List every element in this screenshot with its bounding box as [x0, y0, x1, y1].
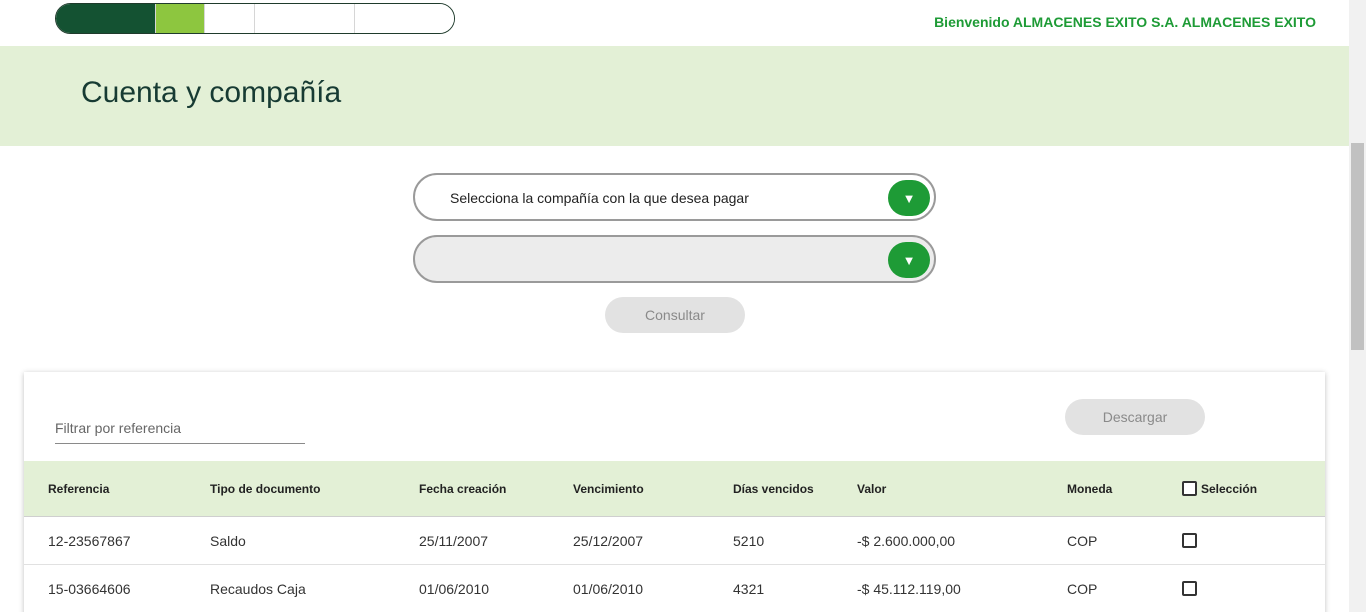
column-header-referencia: Referencia: [48, 482, 110, 496]
cell-vencimiento: 01/06/2010: [573, 581, 644, 597]
cell-valor: -$ 45.112.119,00: [857, 581, 961, 597]
table-row: 12-23567867 Saldo 25/11/2007 25/12/2007 …: [24, 517, 1325, 565]
column-header-vencimiento: Vencimiento: [573, 482, 644, 496]
progress-step-2: [155, 4, 206, 33]
cell-moneda: COP: [1067, 581, 1098, 597]
column-header-valor: Valor: [857, 482, 887, 496]
table-row: 15-03664606 Recaudos Caja 01/06/2010 01/…: [24, 565, 1325, 612]
column-header-tipo: Tipo de documento: [210, 482, 321, 496]
progress-step-1: [56, 4, 156, 33]
page: Bienvenido ALMACENES EXITO S.A. ALMACENE…: [0, 0, 1366, 612]
top-bar: Bienvenido ALMACENES EXITO S.A. ALMACENE…: [0, 0, 1349, 46]
download-button[interactable]: Descargar: [1065, 399, 1205, 435]
row-select-checkbox[interactable]: [1182, 581, 1197, 596]
cell-dias: 4321: [733, 581, 765, 597]
company-select[interactable]: Selecciona la compañía con la que desea …: [413, 173, 936, 221]
cell-moneda: COP: [1067, 533, 1098, 549]
cell-dias: 5210: [733, 533, 765, 549]
row-select-checkbox[interactable]: [1182, 533, 1197, 548]
cell-fecha: 01/06/2010: [419, 581, 490, 597]
column-header-fecha: Fecha creación: [419, 482, 507, 496]
company-select-label: Selecciona la compañía con la que desea …: [450, 190, 749, 206]
progress-step-5: [354, 4, 454, 33]
page-banner: Cuenta y compañía: [0, 46, 1349, 146]
progress-step-4: [255, 4, 355, 33]
chevron-down-icon[interactable]: ▼: [888, 180, 930, 216]
account-select[interactable]: ▼: [413, 235, 936, 283]
documents-card: Filtrar por referencia Descargar Referen…: [24, 372, 1325, 612]
select-all-checkbox[interactable]: [1182, 481, 1197, 496]
cell-tipo: Recaudos Caja: [210, 581, 306, 597]
table-header: Referencia Tipo de documento Fecha creac…: [24, 461, 1325, 517]
cell-referencia: 12-23567867: [48, 533, 131, 549]
scrollbar-thumb[interactable]: [1351, 143, 1364, 350]
cell-referencia: 15-03664606: [48, 581, 131, 597]
page-title: Cuenta y compañía: [81, 76, 342, 109]
welcome-message: Bienvenido ALMACENES EXITO S.A. ALMACENE…: [934, 14, 1316, 30]
column-header-moneda: Moneda: [1067, 482, 1113, 496]
column-header-seleccion: Selección: [1201, 482, 1258, 496]
column-header-dias: Días vencidos: [733, 482, 814, 496]
chevron-down-icon[interactable]: ▼: [888, 242, 930, 278]
cell-tipo: Saldo: [210, 533, 246, 549]
cell-fecha: 25/11/2007: [419, 533, 489, 549]
progress-stepper: [55, 3, 455, 34]
cell-vencimiento: 25/12/2007: [573, 533, 644, 549]
filter-reference-input[interactable]: Filtrar por referencia: [55, 420, 305, 444]
progress-step-3: [205, 4, 255, 33]
consult-button[interactable]: Consultar: [605, 297, 745, 333]
cell-valor: -$ 2.600.000,00: [857, 533, 956, 549]
